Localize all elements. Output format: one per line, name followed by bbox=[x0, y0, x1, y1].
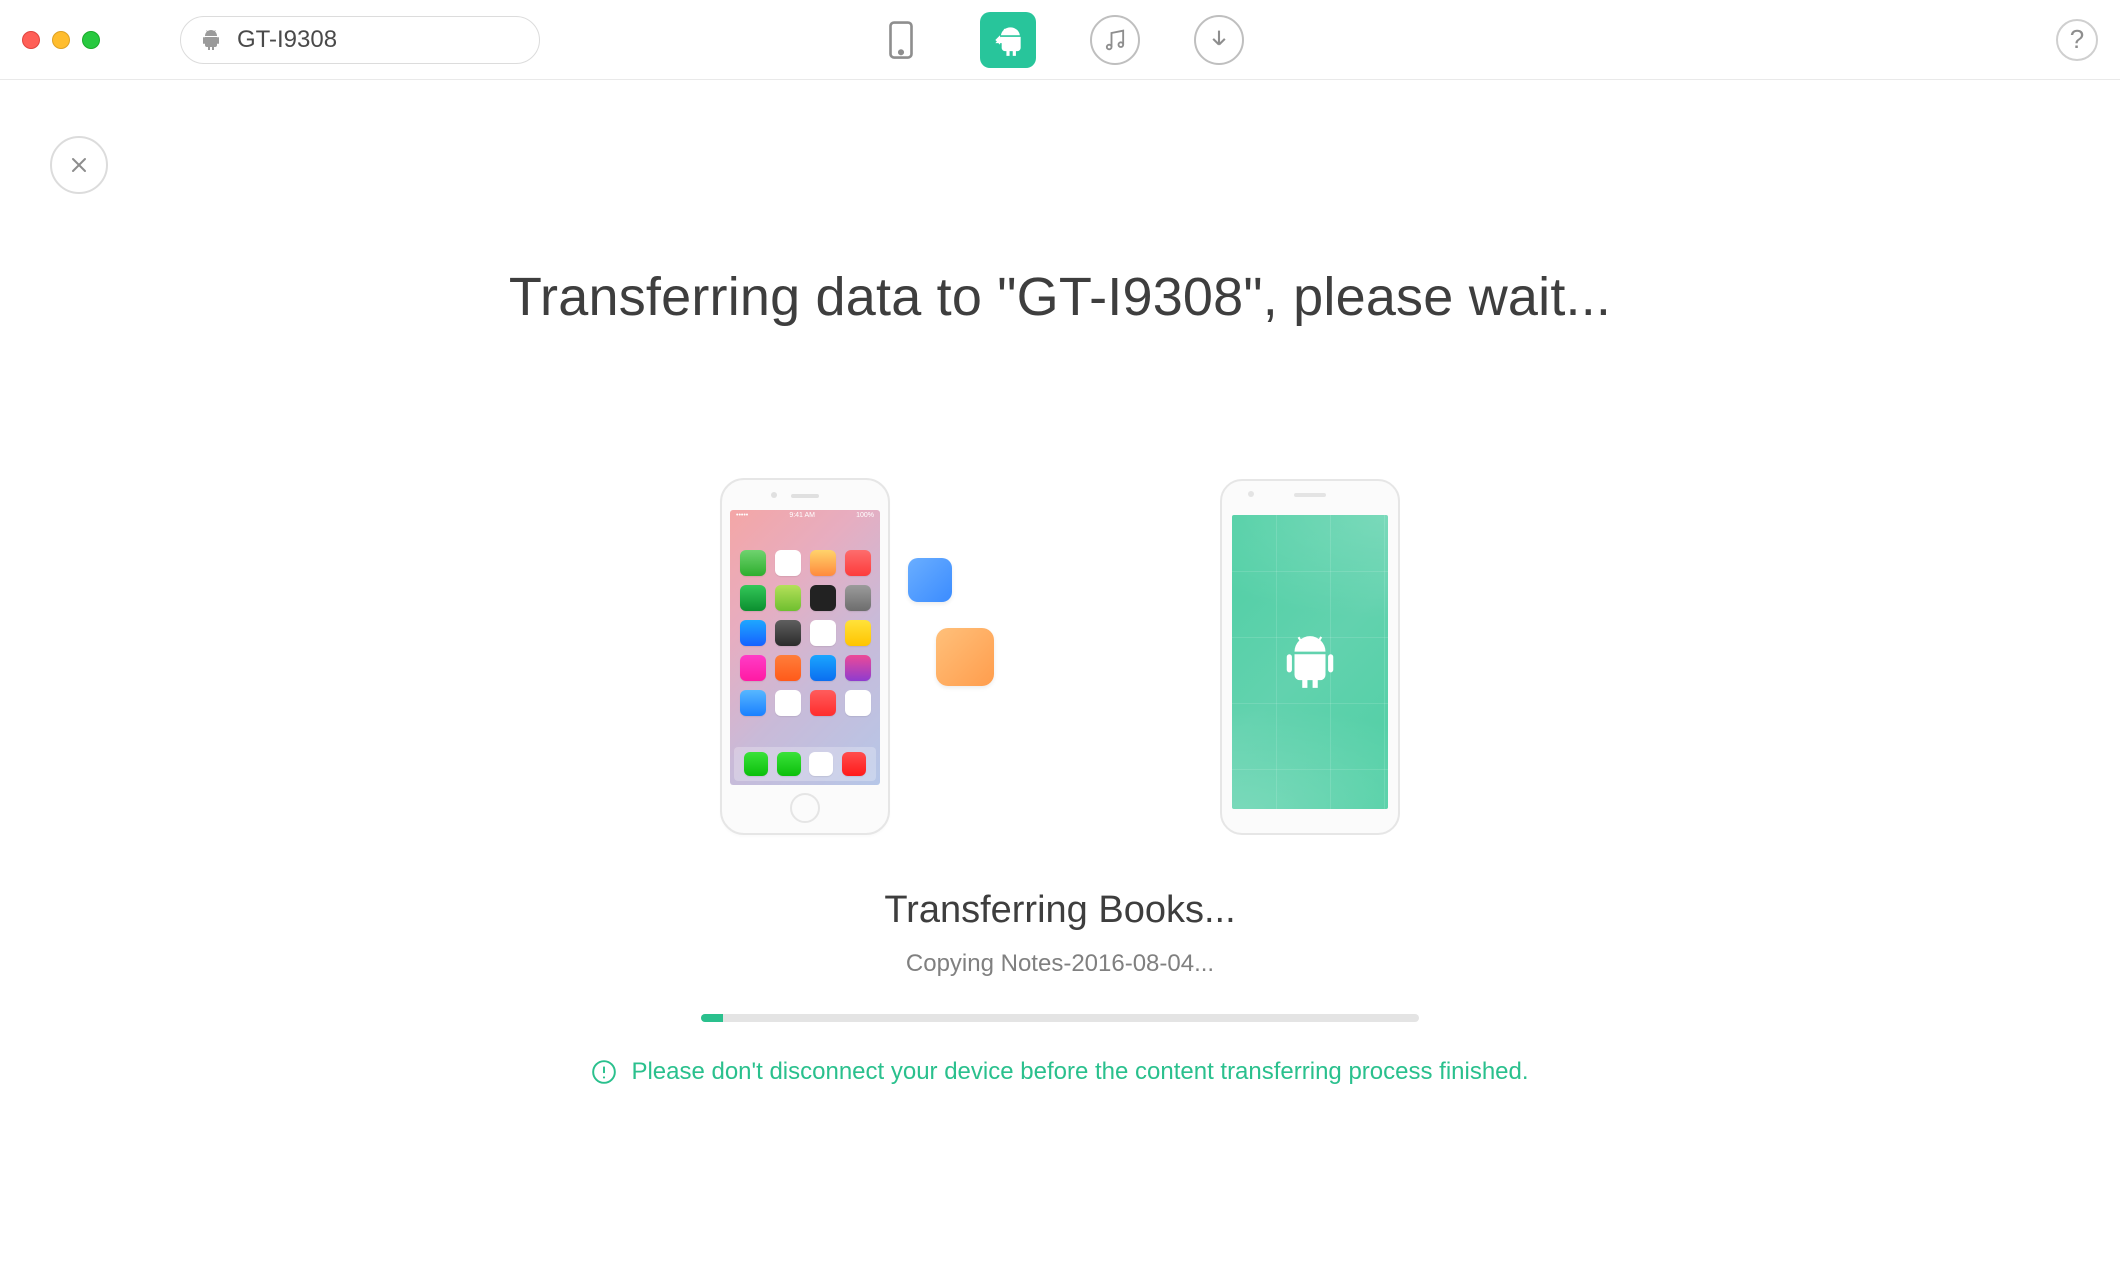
dock-app-icon bbox=[744, 752, 768, 776]
source-device-iphone: ••••• 9:41 AM 100% bbox=[720, 478, 890, 835]
target-device-android bbox=[1220, 479, 1400, 835]
device-name-label: GT-I9308 bbox=[237, 26, 337, 54]
app-icon bbox=[775, 550, 801, 576]
floating-app-tiles bbox=[884, 558, 942, 686]
top-toolbar: GT-I9308 ? bbox=[0, 0, 2120, 80]
download-tab-icon[interactable] bbox=[1194, 15, 1244, 65]
transfer-warning: Please don't disconnect your device befo… bbox=[591, 1058, 1528, 1086]
transfer-status-detail: Copying Notes-2016-08-04... bbox=[906, 950, 1214, 978]
app-icon bbox=[775, 620, 801, 646]
window-zoom-button[interactable] bbox=[82, 31, 100, 49]
help-button[interactable]: ? bbox=[2056, 19, 2098, 61]
transfer-status-title: Transferring Books... bbox=[884, 889, 1235, 932]
dock-app-icon bbox=[809, 752, 833, 776]
transfer-warning-text: Please don't disconnect your device befo… bbox=[631, 1058, 1528, 1086]
android-transfer-tab-icon[interactable] bbox=[980, 12, 1036, 68]
device-selector[interactable]: GT-I9308 bbox=[180, 16, 540, 64]
app-icon bbox=[740, 585, 766, 611]
iphone-dock bbox=[734, 747, 876, 781]
transfer-progress-bar bbox=[701, 1014, 1419, 1022]
app-icon bbox=[810, 690, 836, 716]
devices-row: ••••• 9:41 AM 100% bbox=[720, 478, 1400, 835]
dock-app-icon bbox=[777, 752, 801, 776]
dock-app-icon bbox=[842, 752, 866, 776]
iphone-home-button bbox=[790, 793, 820, 823]
floating-tile-blue bbox=[908, 558, 952, 602]
android-icon bbox=[199, 28, 223, 52]
center-toolbar-icons bbox=[876, 12, 1244, 68]
iphone-app-grid bbox=[736, 550, 874, 716]
app-icon bbox=[740, 550, 766, 576]
app-icon bbox=[845, 550, 871, 576]
app-icon bbox=[775, 585, 801, 611]
info-icon bbox=[591, 1059, 617, 1085]
iphone-speaker bbox=[791, 494, 819, 498]
page-title: Transferring data to "GT-I9308", please … bbox=[509, 266, 1611, 328]
android-screen bbox=[1232, 515, 1388, 809]
android-speaker bbox=[1294, 493, 1326, 497]
phone-tab-icon[interactable] bbox=[876, 15, 926, 65]
music-tab-icon[interactable] bbox=[1090, 15, 1140, 65]
app-icon bbox=[845, 690, 871, 716]
app-icon bbox=[845, 655, 871, 681]
app-icon bbox=[775, 655, 801, 681]
app-icon bbox=[775, 690, 801, 716]
help-label: ? bbox=[2070, 24, 2084, 55]
app-icon bbox=[740, 620, 766, 646]
app-icon bbox=[810, 655, 836, 681]
app-icon bbox=[810, 585, 836, 611]
app-icon bbox=[845, 620, 871, 646]
app-icon bbox=[740, 690, 766, 716]
app-icon bbox=[740, 655, 766, 681]
android-camera bbox=[1248, 491, 1254, 497]
window-controls bbox=[22, 31, 100, 49]
app-icon bbox=[810, 620, 836, 646]
transfer-progress-fill bbox=[701, 1014, 723, 1022]
iphone-camera bbox=[771, 492, 777, 498]
main-content: Transferring data to "GT-I9308", please … bbox=[0, 80, 2120, 1086]
iphone-status-bar: ••••• 9:41 AM 100% bbox=[736, 512, 874, 519]
window-minimize-button[interactable] bbox=[52, 31, 70, 49]
app-icon bbox=[845, 585, 871, 611]
iphone-screen: ••••• 9:41 AM 100% bbox=[730, 510, 880, 785]
app-icon bbox=[810, 550, 836, 576]
android-logo-icon bbox=[1279, 631, 1341, 693]
window-close-button[interactable] bbox=[22, 31, 40, 49]
close-button[interactable] bbox=[50, 136, 108, 194]
close-icon bbox=[67, 153, 91, 177]
floating-tile-orange bbox=[936, 628, 994, 686]
